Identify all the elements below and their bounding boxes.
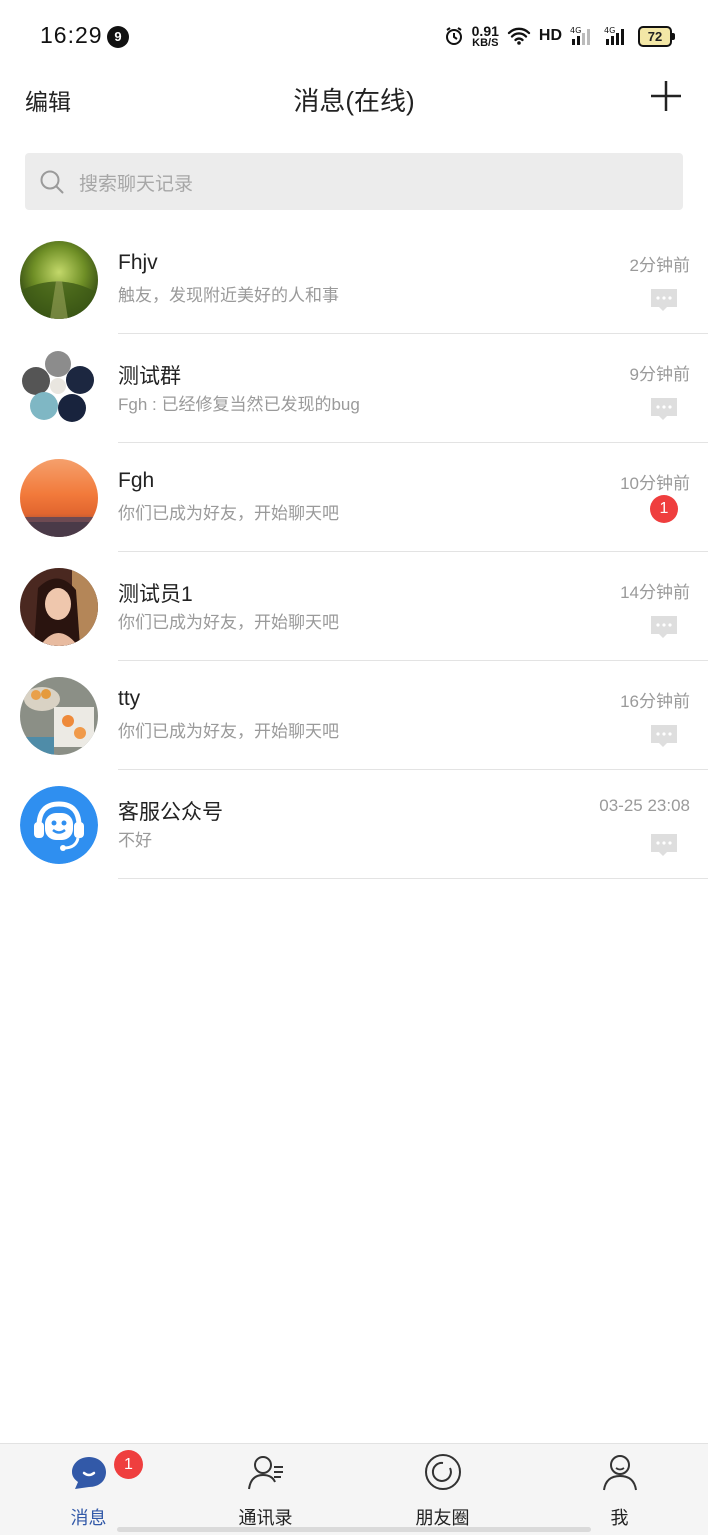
conversation-preview: 触友，发现附近美好的人和事 — [118, 286, 339, 305]
alarm-icon — [445, 27, 462, 45]
divider — [118, 878, 708, 879]
tab-moments[interactable]: 朋友圈 — [354, 1444, 531, 1535]
message-bubble-icon — [651, 834, 677, 856]
avatar — [20, 241, 98, 319]
top-nav: 编辑 消息(在线) — [0, 70, 708, 126]
status-time: 16:29 — [40, 22, 103, 48]
conversation-name: 测试员1 — [118, 583, 193, 606]
message-bubble-icon — [71, 1457, 106, 1489]
signal-4g-icon-2: 4G — [604, 26, 624, 45]
network-speed-unit: KB/S — [472, 36, 499, 49]
home-indicator — [117, 1527, 591, 1532]
conversation-time: 03-25 23:08 — [599, 796, 690, 815]
moments-icon — [424, 1454, 461, 1490]
conversation-time: 2分钟前 — [629, 256, 690, 275]
network-speed-value: 0.91 — [471, 22, 499, 39]
tab-me[interactable]: 我 — [531, 1444, 708, 1535]
conversation-preview: 你们已成为好友，开始聊天吧 — [118, 613, 339, 632]
avatar — [20, 677, 98, 755]
status-icons: 0.91 KB/S HD 4G 4G 72 — [444, 22, 675, 50]
message-bubble-icon — [651, 398, 677, 420]
conversation-item[interactable]: tty 你们已成为好友，开始聊天吧 16分钟前 — [0, 661, 708, 770]
bottom-tab-bar: 消息 1 通讯录 朋友圈 我 — [0, 1443, 708, 1535]
contacts-icon — [247, 1456, 283, 1490]
status-bar: 16:29 9 0.91 KB/S HD 4G 4G 72 — [0, 0, 708, 70]
profile-icon — [602, 1455, 637, 1491]
conversation-time: 14分钟前 — [620, 583, 690, 602]
conversation-name: Fgh — [118, 469, 155, 492]
conversation-item[interactable]: 测试群 Fgh : 已经修复当然已发现的bug 9分钟前 — [0, 334, 708, 443]
conversation-preview: 不好 — [118, 831, 152, 850]
conversation-item[interactable]: 测试员1 你们已成为好友，开始聊天吧 14分钟前 — [0, 552, 708, 661]
conversation-time: 9分钟前 — [629, 365, 690, 384]
tab-unread-badge: 1 — [114, 1450, 143, 1479]
avatar — [20, 350, 98, 428]
hd-indicator: HD — [538, 27, 562, 44]
unread-badge: 1 — [650, 495, 678, 523]
avatar — [20, 568, 98, 646]
plus-icon[interactable] — [648, 78, 684, 114]
conversation-name: Fhjv — [118, 251, 158, 274]
message-bubble-icon — [651, 725, 677, 747]
conversation-list: Fhjv 触友，发现附近美好的人和事 2分钟前 测试群 Fgh : 已经修复当然… — [0, 225, 708, 879]
conversation-time: 10分钟前 — [620, 474, 690, 493]
message-bubble-icon — [651, 289, 677, 311]
search-bar[interactable]: 搜索聊天记录 — [25, 153, 683, 210]
conversation-name: 客服公众号 — [118, 801, 223, 824]
svg-text:4G: 4G — [604, 26, 615, 35]
notification-count-badge: 9 — [107, 26, 129, 48]
conversation-preview: 你们已成为好友，开始聊天吧 — [118, 504, 339, 523]
conversation-name: tty — [118, 687, 141, 710]
battery-indicator: 72 — [638, 25, 675, 47]
message-bubble-icon — [651, 616, 677, 638]
conversation-item[interactable]: Fgh 你们已成为好友，开始聊天吧 10分钟前 1 — [0, 443, 708, 552]
conversation-time: 16分钟前 — [620, 692, 690, 711]
tab-contacts[interactable]: 通讯录 — [177, 1444, 354, 1535]
avatar — [20, 459, 98, 537]
page-title: 消息(在线) — [293, 86, 415, 116]
search-input[interactable]: 搜索聊天记录 — [79, 169, 193, 196]
conversation-name: 测试群 — [118, 365, 181, 388]
svg-text:4G: 4G — [570, 26, 581, 35]
conversation-item[interactable]: Fhjv 触友，发现附近美好的人和事 2分钟前 — [0, 225, 708, 334]
conversation-preview: Fgh : 已经修复当然已发现的bug — [118, 395, 360, 414]
wifi-icon — [507, 27, 531, 45]
signal-4g-icon-1: 4G — [570, 26, 590, 45]
customer-service-icon — [20, 786, 98, 864]
network-speed: 0.91 KB/S — [472, 24, 499, 49]
conversation-item[interactable]: 客服公众号 不好 03-25 23:08 — [0, 770, 708, 879]
search-icon — [40, 170, 64, 194]
tab-messages[interactable]: 消息 1 — [0, 1444, 177, 1535]
conversation-preview: 你们已成为好友，开始聊天吧 — [118, 722, 339, 741]
